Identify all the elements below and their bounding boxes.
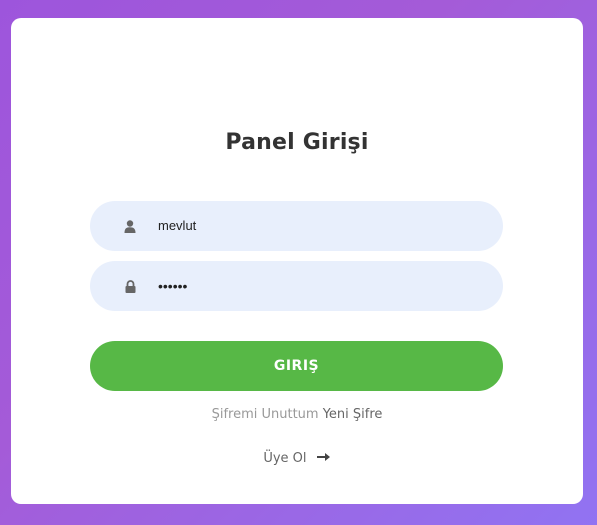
forgot-password-text: Şifremi Unuttum: [211, 407, 319, 422]
signup-link[interactable]: Üye Ol: [11, 451, 583, 466]
forgot-password-row: Şifremi Unuttum Yeni Şifre: [11, 407, 583, 422]
user-icon: [124, 219, 136, 233]
lock-icon: [124, 279, 136, 293]
login-card: Panel Girişi mevlut •••••• GIRIŞ Şifremi…: [11, 18, 583, 504]
username-field[interactable]: mevlut: [90, 201, 503, 251]
new-password-link[interactable]: Yeni Şifre: [323, 407, 383, 422]
page-title: Panel Girişi: [225, 130, 369, 155]
username-value: mevlut: [158, 218, 197, 233]
password-value: ••••••: [158, 278, 188, 294]
password-field[interactable]: ••••••: [90, 261, 503, 311]
login-button[interactable]: GIRIŞ: [90, 341, 503, 391]
signup-label: Üye Ol: [263, 451, 307, 466]
arrow-right-icon: [316, 451, 331, 466]
